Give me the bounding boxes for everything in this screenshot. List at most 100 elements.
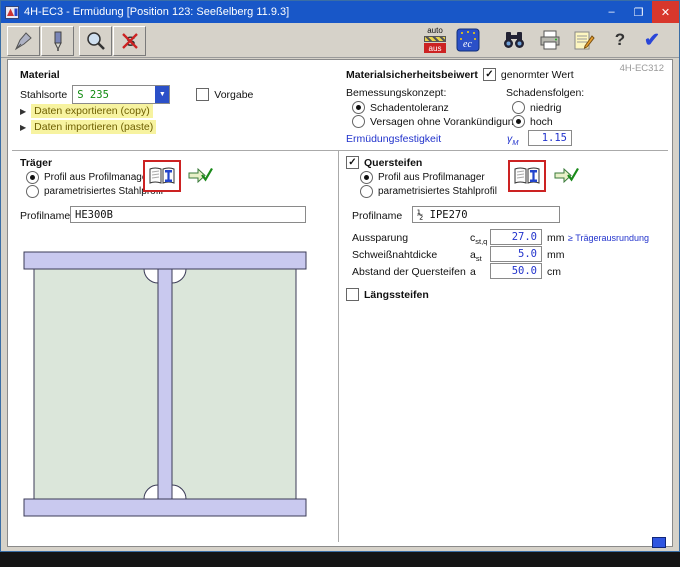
crossed-s-button[interactable]: S <box>113 26 146 56</box>
export-link-row: ▶ Daten exportieren (copy) <box>20 104 153 118</box>
auto-label: auto <box>427 27 443 35</box>
schweissnaht-unit: mm <box>547 249 565 261</box>
stahlsorte-label: Stahlsorte <box>20 89 67 101</box>
schweissnaht-value-field[interactable]: 5.0 <box>490 246 542 262</box>
app-window: 4H-EC3 - Ermüdung [Position 123: Seeßelb… <box>0 0 680 552</box>
plotter-button[interactable] <box>41 26 74 56</box>
auto-aus-toggle[interactable]: auto aus <box>421 27 449 53</box>
profile-book-icon <box>148 165 176 187</box>
triangle-marker-icon: ▶ <box>20 107 26 116</box>
check-icon: ✓ <box>485 70 493 80</box>
import-data-link[interactable]: Daten importieren (paste) <box>31 120 156 134</box>
aussparung-label: Aussparung <box>352 232 408 244</box>
vorgabe-label: Vorgabe <box>214 89 253 101</box>
parametrisiert-label: parametrisiertes Stahlprofil <box>378 186 497 197</box>
close-button[interactable]: ✕ <box>652 1 679 23</box>
laengssteifen-checkbox[interactable] <box>346 288 359 301</box>
resize-grip[interactable] <box>652 537 666 548</box>
genormter-wert-label: genormter Wert <box>501 69 574 81</box>
titlebar[interactable]: 4H-EC3 - Ermüdung [Position 123: Seeßelb… <box>1 1 679 23</box>
vorgabe-checkbox[interactable] <box>196 88 209 101</box>
chevron-down-icon[interactable]: ▼ <box>155 86 169 103</box>
aussparung-value-field[interactable]: 27.0 <box>490 229 542 245</box>
genormter-wert-checkbox[interactable]: ✓ <box>483 68 496 81</box>
material-section-title: Material <box>20 69 60 81</box>
laengssteifen-label: Längssteifen <box>364 289 429 301</box>
aussparung-symbol: cst,q <box>470 232 487 246</box>
binoculars-icon <box>502 29 526 51</box>
toolbar: S auto aus ec <box>1 23 679 58</box>
pen-icon <box>13 30 35 52</box>
eurocode-button[interactable]: ec <box>453 26 483 54</box>
traegerausrundung-link[interactable]: ≥ Trägerausrundung <box>568 233 649 243</box>
radio-schadentoleranz[interactable]: Schadentoleranz <box>352 101 449 114</box>
abstand-value-field[interactable]: 50.0 <box>490 263 542 279</box>
export-data-link[interactable]: Daten exportieren (copy) <box>31 104 153 118</box>
gamma-m-value-field[interactable]: 1.15 <box>528 130 572 146</box>
hoch-label: hoch <box>530 116 553 128</box>
traeger-radio-profilmanager[interactable]: Profil aus Profilmanager <box>26 171 151 184</box>
radio-icon[interactable] <box>360 171 373 184</box>
notes-button[interactable] <box>569 26 599 54</box>
radio-icon[interactable] <box>512 101 525 114</box>
sicherheitsbeiwert-row: Materialsicherheitsbeiwert ✓ genormter W… <box>346 68 574 81</box>
ermuedungsfestigkeit-link[interactable]: Ermüdungsfestigkeit <box>346 133 441 145</box>
radio-icon[interactable] <box>352 101 365 114</box>
radio-icon[interactable] <box>512 115 525 128</box>
laengssteifen-row: Längssteifen <box>346 288 429 301</box>
app-icon <box>5 6 19 19</box>
profile-book-icon <box>513 165 541 187</box>
vertical-divider <box>338 150 339 542</box>
checkmark-icon: ✔ <box>644 29 660 52</box>
versagen-label: Versagen ohne Vorankündigung <box>370 116 519 128</box>
horizontal-divider <box>12 150 668 151</box>
profilmanager-label: Profil aus Profilmanager <box>378 172 485 183</box>
radio-icon[interactable] <box>26 185 39 198</box>
traeger-profilname-field[interactable]: HE300B <box>70 206 306 223</box>
question-mark-icon: ? <box>615 30 625 50</box>
schadensfolgen-label: Schadensfolgen: <box>506 87 584 99</box>
print-button[interactable] <box>535 26 565 54</box>
schadentoleranz-label: Schadentoleranz <box>370 102 449 114</box>
radio-hoch[interactable]: hoch <box>512 115 553 128</box>
window-title: 4H-EC3 - Ermüdung [Position 123: Seeßelb… <box>24 6 289 18</box>
abstand-label: Abstand der Quersteifen <box>352 266 466 278</box>
s-crossed-icon: S <box>119 30 141 52</box>
search-button[interactable] <box>499 26 529 54</box>
main-panel: 4H-EC312 Material Stahlsorte S 235 ▼ Vor… <box>7 59 673 547</box>
abstand-symbol: a <box>470 266 476 278</box>
radio-versagen[interactable]: Versagen ohne Vorankündigung <box>352 115 519 128</box>
quersteifen-radio-profilmanager[interactable]: Profil aus Profilmanager <box>360 171 485 184</box>
quersteifen-checkbox[interactable]: ✓ <box>346 156 359 169</box>
quersteifen-radio-parametrisiert[interactable]: parametrisiertes Stahlprofil <box>360 185 497 198</box>
pen-tool-button[interactable] <box>7 26 40 56</box>
maximize-button[interactable]: ❐ <box>625 1 652 23</box>
schweissnahtdicke-label: Schweißnahtdicke <box>352 249 437 261</box>
help-button[interactable]: ? <box>605 26 635 54</box>
radio-niedrig[interactable]: niedrig <box>512 101 562 114</box>
notepad-icon <box>572 29 596 51</box>
radio-icon[interactable] <box>26 171 39 184</box>
aus-label: aus <box>424 43 446 53</box>
printer-icon <box>538 29 562 51</box>
gamma-m-symbol: γM <box>507 133 519 147</box>
svg-text:ec: ec <box>463 39 472 50</box>
triangle-marker-icon: ▶ <box>20 123 26 132</box>
quersteifen-profilmanager-button[interactable] <box>508 160 546 192</box>
traeger-profilmanager-button[interactable] <box>143 160 181 192</box>
traeger-profilname-label: Profilname <box>20 210 70 222</box>
import-link-row: ▶ Daten importieren (paste) <box>20 120 156 134</box>
zoom-button[interactable] <box>79 26 112 56</box>
radio-icon[interactable] <box>352 115 365 128</box>
quersteifen-profilname-field[interactable]: ½ IPE270 <box>412 206 560 223</box>
schweissnaht-symbol: ast <box>470 249 482 263</box>
minimize-button[interactable]: – <box>598 1 625 23</box>
confirm-button[interactable]: ✔ <box>637 26 667 54</box>
radio-icon[interactable] <box>360 185 373 198</box>
auto-aus-bar-icon <box>424 36 446 42</box>
stahlsorte-dropdown[interactable]: S 235 ▼ <box>72 85 170 104</box>
stahlsorte-row: Stahlsorte S 235 ▼ Vorgabe <box>20 85 253 104</box>
quersteifen-profilname-label: Profilname <box>352 210 402 222</box>
abstand-unit: cm <box>547 266 561 278</box>
beam-cross-section-drawing <box>20 246 312 527</box>
